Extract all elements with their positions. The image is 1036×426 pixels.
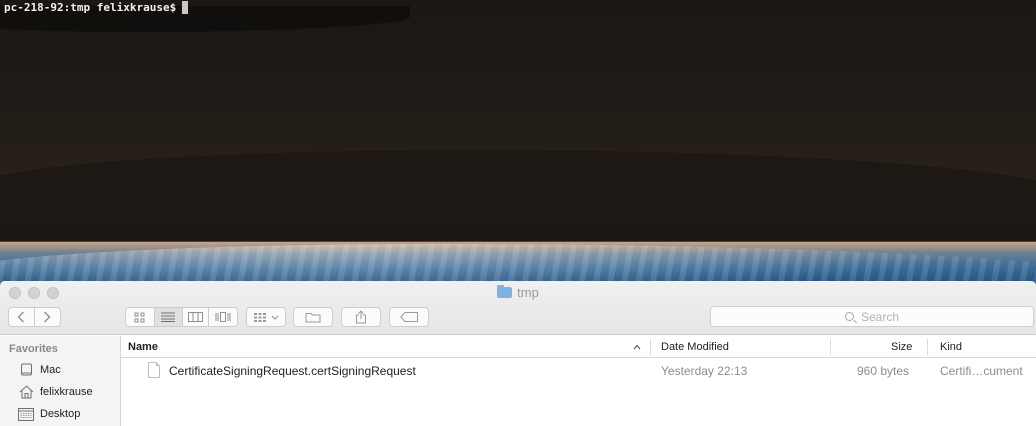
tag-button[interactable] <box>389 307 429 327</box>
new-folder-icon <box>305 313 321 323</box>
terminal-cursor <box>182 1 189 14</box>
desktop-icon <box>18 407 34 421</box>
terminal-prompt-line[interactable]: pc-218-92:tmp felixkrause$ <box>4 1 189 14</box>
column-divider[interactable] <box>830 339 831 355</box>
file-size: 960 bytes <box>857 364 910 378</box>
share-icon <box>356 310 366 324</box>
search-field[interactable]: Search <box>710 306 1034 327</box>
sidebar-item-label: Mac <box>40 364 61 376</box>
tag-icon <box>400 312 418 322</box>
search-placeholder: Search <box>860 309 900 324</box>
folder-icon <box>497 285 513 298</box>
terminal-prompt: pc-218-92:tmp felixkrause$ <box>4 1 177 14</box>
terminal-window[interactable]: pc-218-92:tmp felixkrause$ <box>0 0 1036 242</box>
sidebar-item-label: Desktop <box>40 408 81 420</box>
back-forward-group <box>8 307 61 327</box>
sidebar-header-favorites: Favorites <box>9 343 58 355</box>
column-header-row: Name Date Modified Size Kind <box>121 336 1036 358</box>
list-view-icon <box>161 312 176 322</box>
column-divider[interactable] <box>927 339 928 355</box>
chevron-left-icon <box>17 311 25 323</box>
back-button[interactable] <box>9 308 35 326</box>
finder-window[interactable]: tmp Search Favorites Mac felixkrause Des… <box>0 281 1036 426</box>
sort-ascending-icon[interactable] <box>633 344 641 350</box>
home-icon <box>18 385 34 399</box>
terminal-background-hill <box>0 150 1036 241</box>
computer-icon <box>18 363 34 377</box>
file-name: CertificateSigningRequest.certSigningReq… <box>169 364 416 378</box>
column-view-button[interactable] <box>183 308 210 326</box>
file-list: Name Date Modified Size Kind Certificate… <box>121 336 1036 426</box>
column-header-kind[interactable]: Kind <box>940 341 962 353</box>
file-date-modified: Yesterday 22:13 <box>661 364 748 378</box>
list-view-button[interactable] <box>154 308 183 326</box>
file-row[interactable]: CertificateSigningRequest.certSigningReq… <box>121 359 1036 383</box>
window-title-text: tmp <box>517 285 539 300</box>
arrange-icon <box>254 313 266 322</box>
search-icon <box>844 312 854 321</box>
sidebar-item-label: felixkrause <box>40 386 93 398</box>
sidebar-item-desktop[interactable]: Desktop <box>18 405 80 423</box>
chevron-down-icon <box>271 315 279 320</box>
cover-flow-button[interactable] <box>209 308 237 326</box>
new-folder-button[interactable] <box>293 307 333 327</box>
view-mode-control <box>125 307 238 327</box>
document-icon <box>148 362 160 378</box>
column-divider[interactable] <box>650 339 651 355</box>
finder-sidebar: Favorites Mac felixkrause Desktop <box>0 336 121 426</box>
column-header-date-modified[interactable]: Date Modified <box>661 341 729 353</box>
column-header-size[interactable]: Size <box>891 341 912 353</box>
column-view-icon <box>187 312 203 322</box>
share-button[interactable] <box>341 307 381 327</box>
column-header-name[interactable]: Name <box>128 341 158 353</box>
sidebar-item-mac[interactable]: Mac <box>18 361 61 379</box>
file-kind: Certifi…cument <box>940 364 1023 378</box>
icon-view-icon <box>134 312 145 322</box>
sidebar-item-felixkrause[interactable]: felixkrause <box>18 383 93 401</box>
finder-toolbar: tmp Search <box>0 281 1036 335</box>
forward-button[interactable] <box>35 308 60 326</box>
cover-flow-icon <box>215 312 231 322</box>
chevron-right-icon <box>44 311 51 323</box>
icon-view-button[interactable] <box>126 308 155 326</box>
window-title: tmp <box>0 285 1036 300</box>
arrange-button[interactable] <box>246 307 286 327</box>
